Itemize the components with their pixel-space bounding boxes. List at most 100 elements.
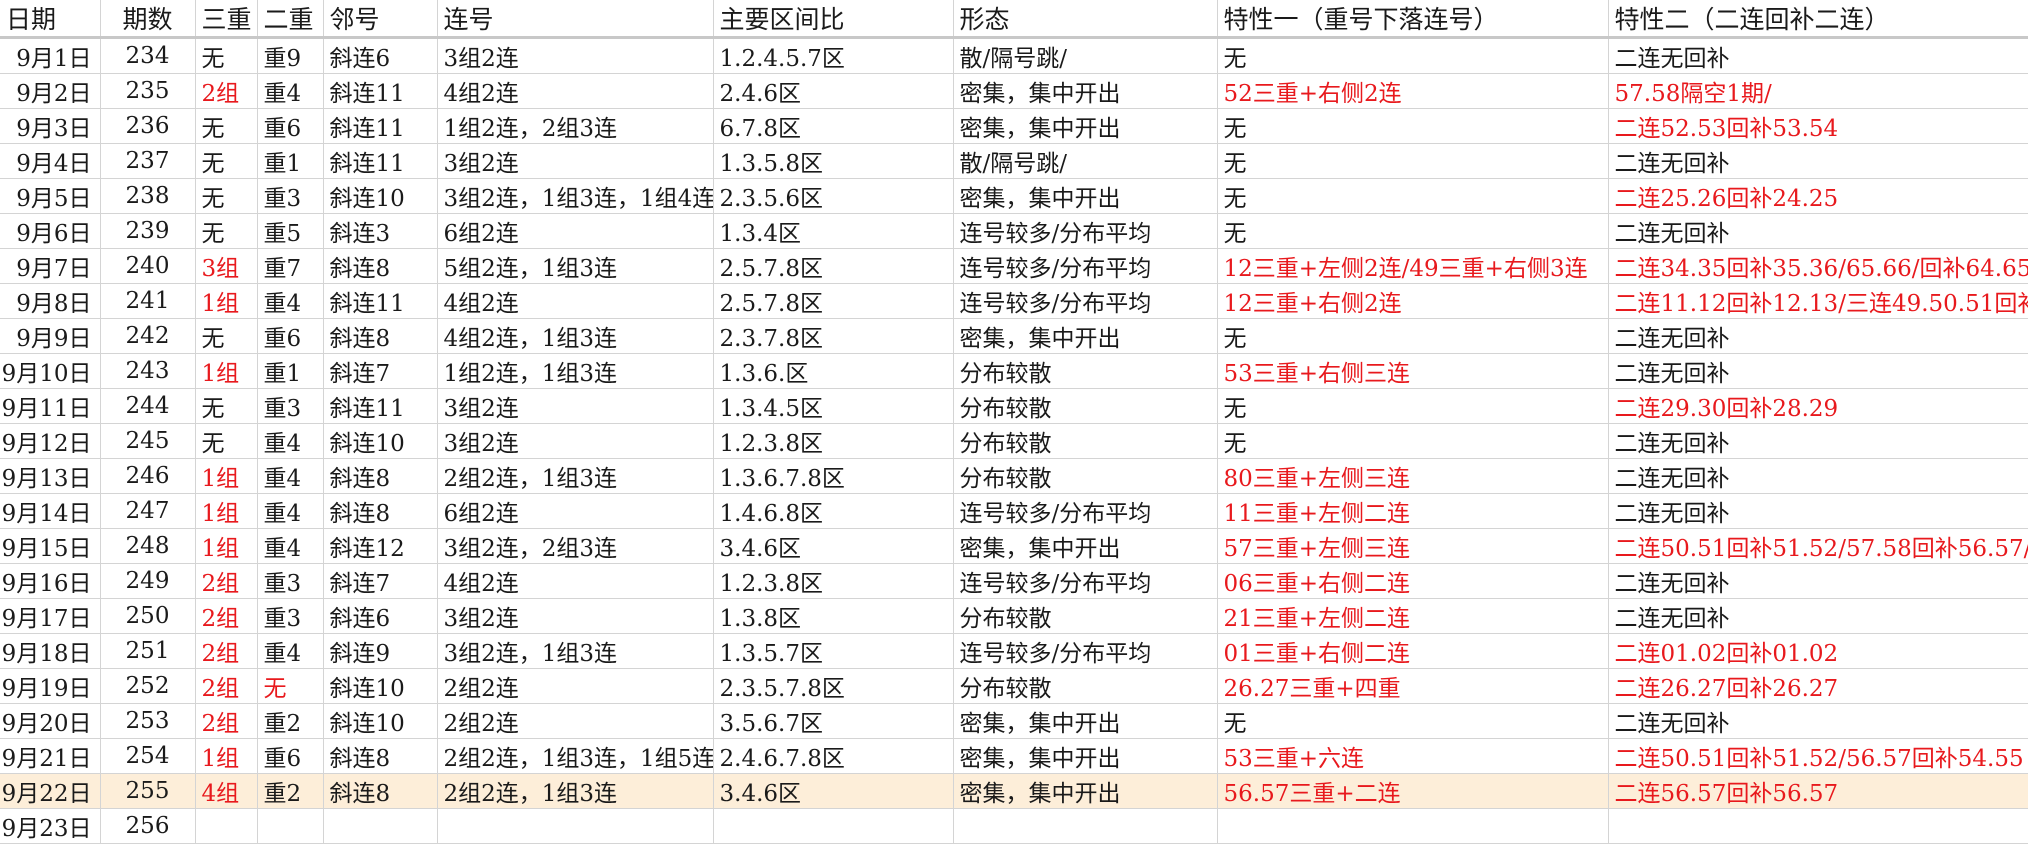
- cell-date[interactable]: 9月20日: [0, 703, 101, 739]
- cell-pattern[interactable]: 密集，集中开出: [953, 108, 1218, 144]
- cell-consecutive[interactable]: 3组2连，1组3连: [437, 633, 714, 669]
- cell-zone-ratio[interactable]: 1.3.5.7区: [713, 633, 954, 669]
- cell-feature-2[interactable]: 二连无回补: [1608, 353, 2028, 389]
- cell-feature-1[interactable]: 无: [1217, 213, 1609, 249]
- cell-issue[interactable]: 245: [100, 423, 196, 459]
- cell-issue[interactable]: 234: [100, 37, 196, 74]
- col-header-issue[interactable]: 期数: [100, 0, 196, 39]
- cell-pattern[interactable]: 散/隔号跳/: [953, 143, 1218, 179]
- cell-neighbor[interactable]: 斜连8: [323, 493, 438, 529]
- cell-consecutive[interactable]: [437, 808, 714, 844]
- cell-pattern[interactable]: 连号较多/分布平均: [953, 248, 1218, 284]
- col-header-feature-2[interactable]: 特性二（二连回补二连）: [1608, 0, 2028, 39]
- cell-feature-1[interactable]: 无: [1217, 178, 1609, 214]
- cell-double[interactable]: 重1: [257, 353, 324, 389]
- cell-neighbor[interactable]: 斜连11: [323, 108, 438, 144]
- cell-triple[interactable]: 2组: [195, 703, 258, 739]
- cell-issue[interactable]: 252: [100, 668, 196, 704]
- cell-pattern[interactable]: 分布较散: [953, 353, 1218, 389]
- cell-consecutive[interactable]: 2组2连，1组3连: [437, 458, 714, 494]
- cell-issue[interactable]: 254: [100, 738, 196, 774]
- cell-double[interactable]: 重4: [257, 73, 324, 109]
- cell-consecutive[interactable]: 6组2连: [437, 213, 714, 249]
- cell-feature-2[interactable]: 二连52.53回补53.54: [1608, 108, 2028, 144]
- cell-double[interactable]: 重7: [257, 248, 324, 284]
- cell-issue[interactable]: 246: [100, 458, 196, 494]
- cell-feature-2[interactable]: 二连无回补: [1608, 458, 2028, 494]
- cell-consecutive[interactable]: 3组2连: [437, 143, 714, 179]
- cell-triple[interactable]: [195, 808, 258, 844]
- cell-pattern[interactable]: 密集，集中开出: [953, 528, 1218, 564]
- cell-double[interactable]: 重6: [257, 108, 324, 144]
- cell-neighbor[interactable]: [323, 808, 438, 844]
- cell-zone-ratio[interactable]: 1.2.3.8区: [713, 563, 954, 599]
- cell-date[interactable]: 9月18日: [0, 633, 101, 669]
- cell-double[interactable]: 重6: [257, 318, 324, 354]
- cell-feature-2[interactable]: 二连无回补: [1608, 213, 2028, 249]
- cell-pattern[interactable]: 连号较多/分布平均: [953, 213, 1218, 249]
- cell-zone-ratio[interactable]: 2.4.6.7.8区: [713, 738, 954, 774]
- cell-double[interactable]: 重5: [257, 213, 324, 249]
- cell-zone-ratio[interactable]: 6.7.8区: [713, 108, 954, 144]
- cell-zone-ratio[interactable]: 2.4.6区: [713, 73, 954, 109]
- cell-triple[interactable]: 1组: [195, 458, 258, 494]
- cell-zone-ratio[interactable]: 1.3.8区: [713, 598, 954, 634]
- cell-pattern[interactable]: 分布较散: [953, 668, 1218, 704]
- cell-feature-1[interactable]: 26.27三重+四重: [1217, 668, 1609, 704]
- cell-feature-1[interactable]: 57三重+左侧三连: [1217, 528, 1609, 564]
- cell-consecutive[interactable]: 2组2连，1组3连，1组5连: [437, 738, 714, 774]
- cell-consecutive[interactable]: 5组2连，1组3连: [437, 248, 714, 284]
- cell-issue[interactable]: 249: [100, 563, 196, 599]
- cell-zone-ratio[interactable]: 3.5.6.7区: [713, 703, 954, 739]
- cell-feature-2[interactable]: 二连无回补: [1608, 598, 2028, 634]
- cell-consecutive[interactable]: 4组2连: [437, 73, 714, 109]
- cell-triple[interactable]: 无: [195, 388, 258, 424]
- cell-double[interactable]: 重3: [257, 178, 324, 214]
- cell-date[interactable]: 9月23日: [0, 808, 101, 844]
- cell-date[interactable]: 9月9日: [0, 318, 101, 354]
- cell-zone-ratio[interactable]: 2.5.7.8区: [713, 283, 954, 319]
- cell-neighbor[interactable]: 斜连11: [323, 388, 438, 424]
- cell-feature-2[interactable]: 二连无回补: [1608, 493, 2028, 529]
- cell-feature-2[interactable]: 二连无回补: [1608, 37, 2028, 74]
- cell-double[interactable]: 无: [257, 668, 324, 704]
- cell-pattern[interactable]: 连号较多/分布平均: [953, 283, 1218, 319]
- cell-double[interactable]: 重1: [257, 143, 324, 179]
- cell-date[interactable]: 9月11日: [0, 388, 101, 424]
- cell-zone-ratio[interactable]: 1.3.6.区: [713, 353, 954, 389]
- cell-triple[interactable]: 2组: [195, 598, 258, 634]
- cell-double[interactable]: 重6: [257, 738, 324, 774]
- cell-feature-1[interactable]: 无: [1217, 37, 1609, 74]
- cell-double[interactable]: [257, 808, 324, 844]
- cell-neighbor[interactable]: 斜连11: [323, 73, 438, 109]
- cell-issue[interactable]: 247: [100, 493, 196, 529]
- cell-neighbor[interactable]: 斜连8: [323, 773, 438, 809]
- cell-date[interactable]: 9月15日: [0, 528, 101, 564]
- cell-pattern[interactable]: 连号较多/分布平均: [953, 563, 1218, 599]
- cell-zone-ratio[interactable]: 2.3.5.7.8区: [713, 668, 954, 704]
- cell-feature-2[interactable]: [1608, 808, 2028, 844]
- cell-feature-2[interactable]: 二连无回补: [1608, 143, 2028, 179]
- cell-feature-2[interactable]: 二连01.02回补01.02: [1608, 633, 2028, 669]
- cell-double[interactable]: 重3: [257, 388, 324, 424]
- cell-feature-2[interactable]: 二连25.26回补24.25: [1608, 178, 2028, 214]
- cell-consecutive[interactable]: 3组2连: [437, 388, 714, 424]
- cell-zone-ratio[interactable]: 2.3.5.6区: [713, 178, 954, 214]
- cell-feature-1[interactable]: 无: [1217, 108, 1609, 144]
- cell-date[interactable]: 9月19日: [0, 668, 101, 704]
- cell-feature-1[interactable]: 无: [1217, 143, 1609, 179]
- cell-neighbor[interactable]: 斜连8: [323, 318, 438, 354]
- cell-issue[interactable]: 237: [100, 143, 196, 179]
- cell-double[interactable]: 重4: [257, 423, 324, 459]
- cell-feature-1[interactable]: 06三重+右侧二连: [1217, 563, 1609, 599]
- cell-triple[interactable]: 2组: [195, 73, 258, 109]
- cell-triple[interactable]: 无: [195, 213, 258, 249]
- cell-neighbor[interactable]: 斜连11: [323, 143, 438, 179]
- cell-feature-2[interactable]: 二连无回补: [1608, 703, 2028, 739]
- cell-feature-1[interactable]: 11三重+左侧二连: [1217, 493, 1609, 529]
- cell-date[interactable]: 9月14日: [0, 493, 101, 529]
- col-header-feature-1[interactable]: 特性一（重号下落连号）: [1217, 0, 1609, 39]
- cell-zone-ratio[interactable]: 1.3.4.5区: [713, 388, 954, 424]
- cell-consecutive[interactable]: 4组2连: [437, 563, 714, 599]
- cell-pattern[interactable]: 分布较散: [953, 458, 1218, 494]
